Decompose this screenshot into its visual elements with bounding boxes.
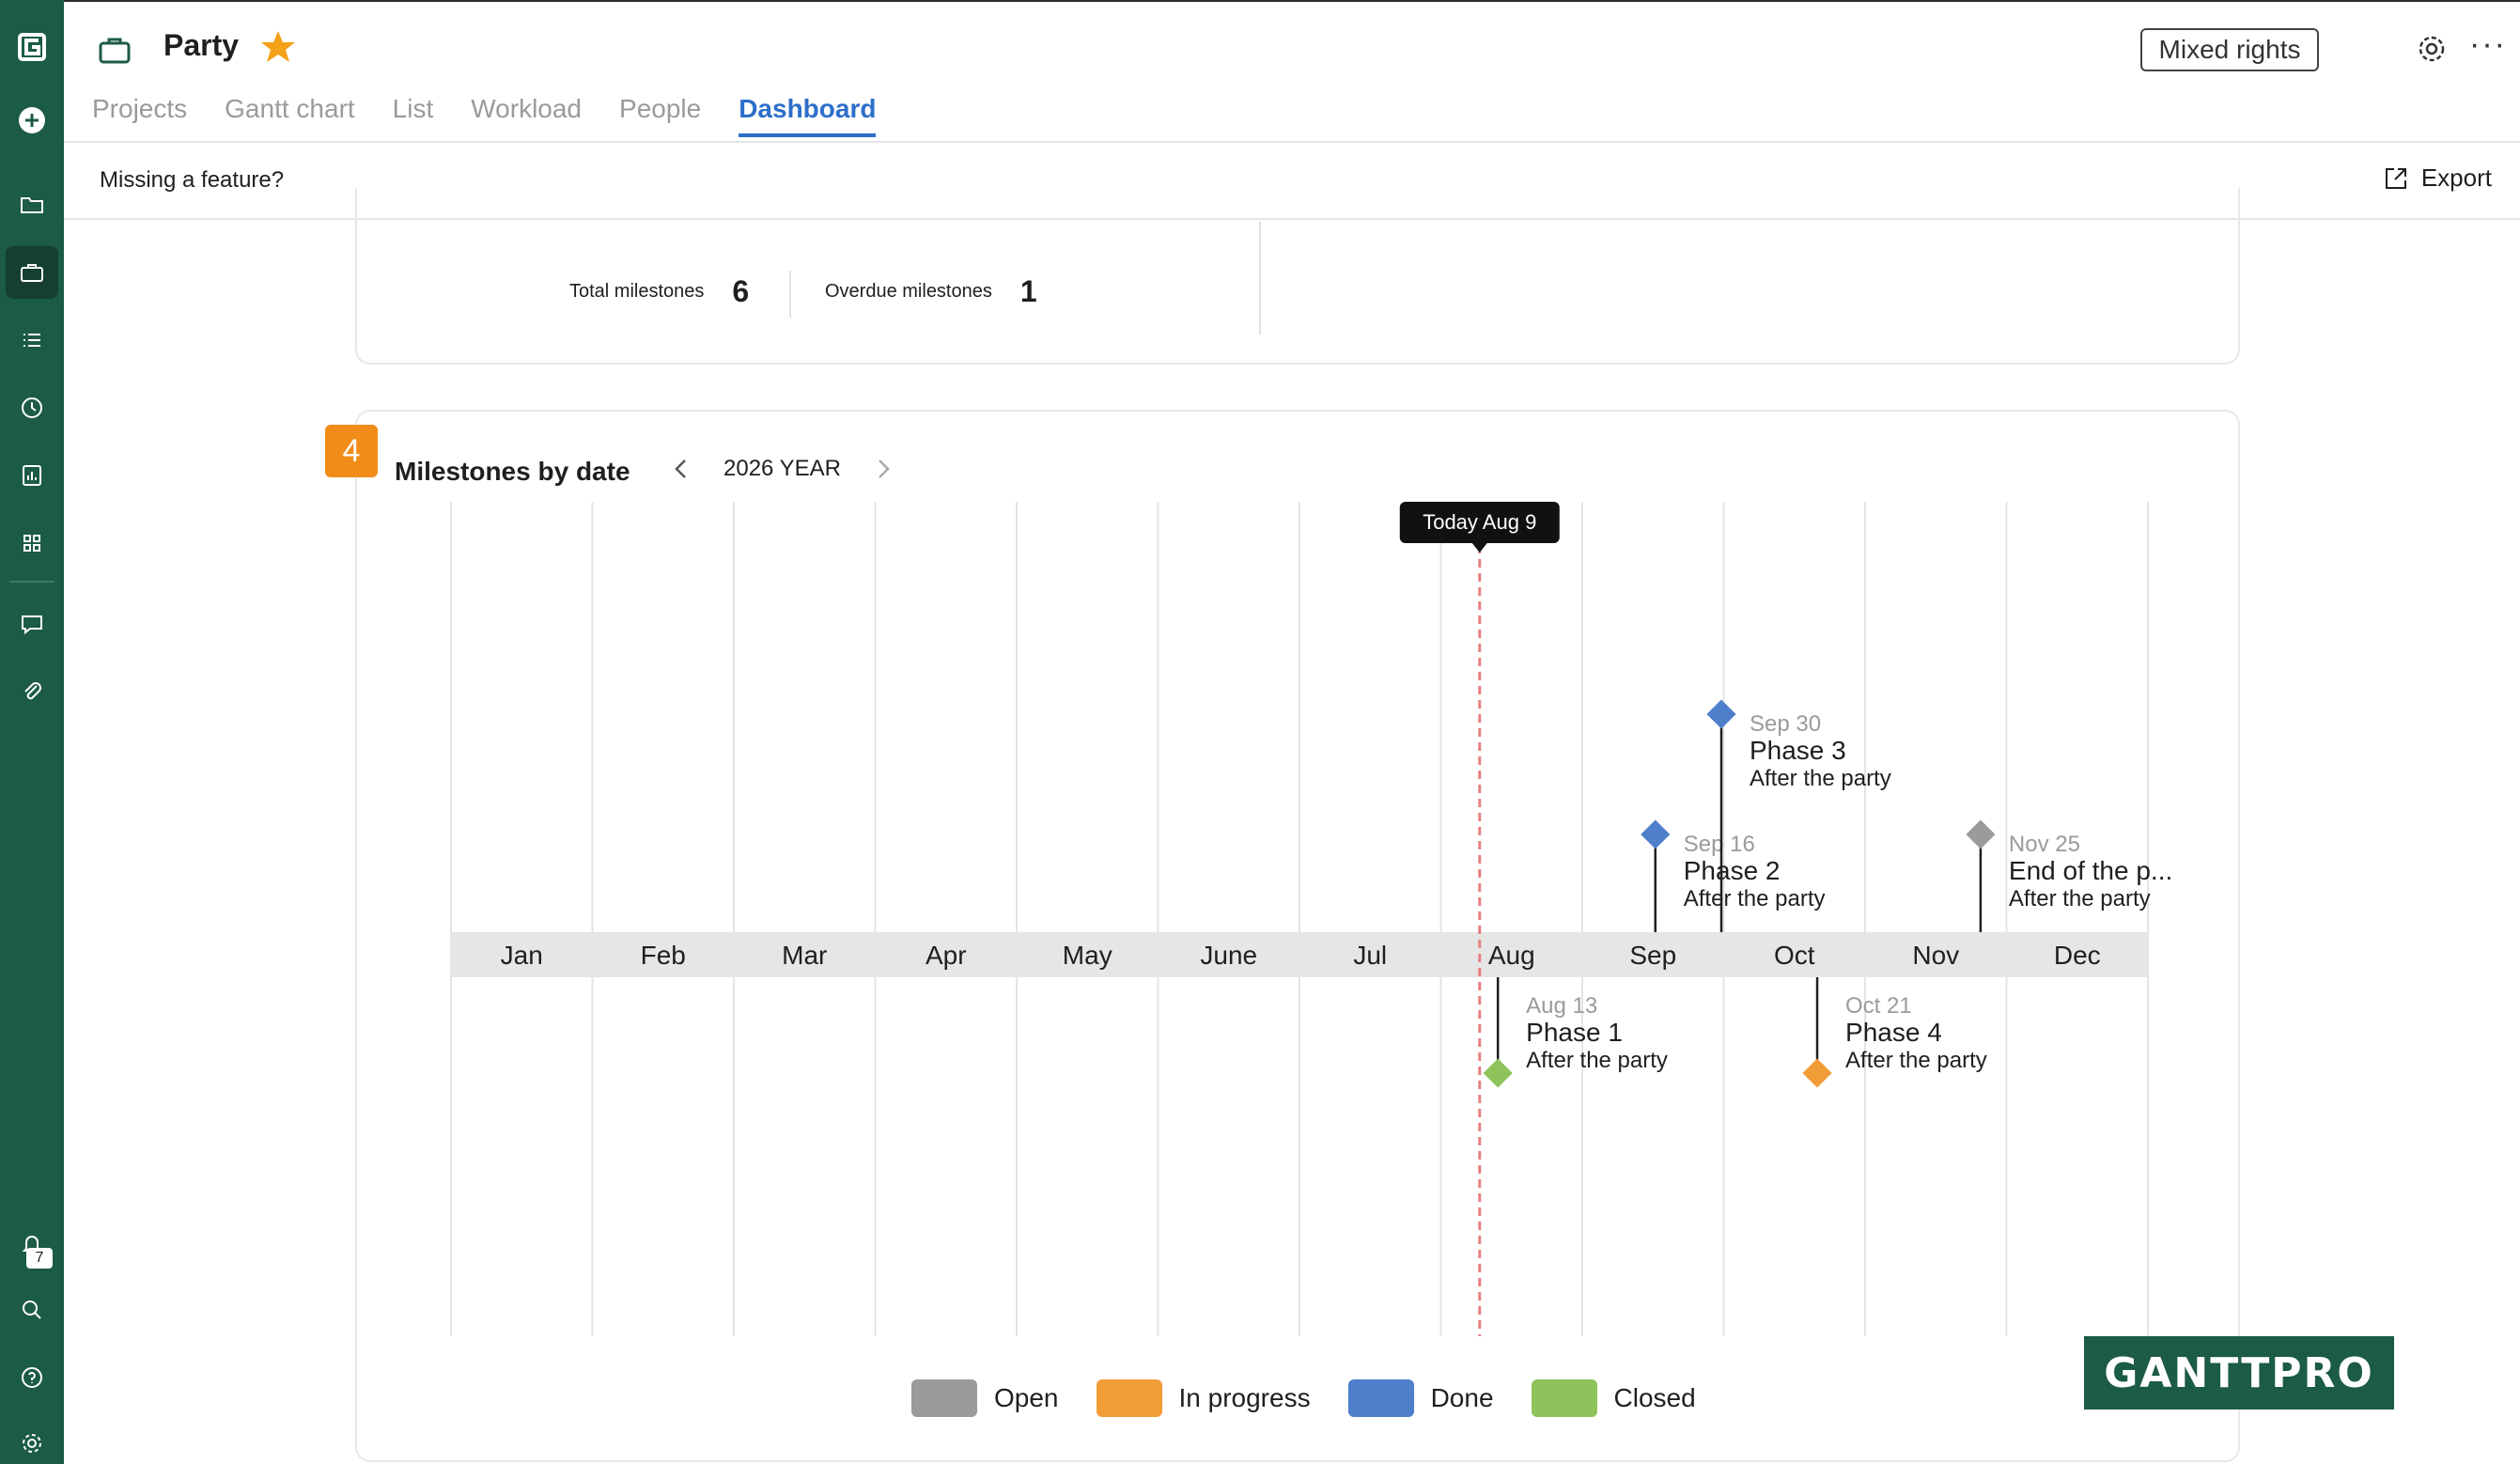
legend-label: Open [994, 1383, 1059, 1412]
milestone-date: Aug 13 [1526, 993, 1597, 1019]
month-label: Nov [1912, 941, 1959, 970]
month-label: Dec [2054, 941, 2101, 970]
legend-label: In progress [1178, 1383, 1311, 1412]
milestone-subtitle: After the party [2009, 886, 2151, 911]
month-label: Jul [1353, 941, 1387, 970]
milestone-diamond [1802, 1058, 1832, 1088]
legend-swatch [911, 1379, 977, 1417]
milestone-name: End of the p... [2009, 856, 2172, 885]
month-label: May [1063, 941, 1112, 970]
milestone-subtitle: After the party [1684, 886, 1826, 911]
month-label: Feb [641, 941, 686, 970]
milestone-subtitle: After the party [1845, 1048, 1987, 1073]
milestone-name: Phase 2 [1684, 856, 1781, 885]
month-label: Jan [501, 941, 543, 970]
legend-swatch [1347, 1379, 1414, 1417]
month-label: Apr [926, 941, 967, 970]
today-tooltip-pointer [1471, 543, 1487, 553]
legend-item: Closed [1531, 1379, 1696, 1417]
milestone-diamond [1483, 1058, 1513, 1088]
month-label: Mar [782, 941, 827, 970]
legend-swatch [1531, 1379, 1597, 1417]
chart-legend: Open In progress Done Closed [911, 1379, 1734, 1417]
milestone-subtitle: After the party [1750, 766, 1891, 791]
month-label: Sep [1629, 941, 1676, 970]
milestone-date: Oct 21 [1845, 993, 1912, 1019]
milestone-diamond [1966, 819, 1996, 849]
today-label: Today Aug 9 [1423, 510, 1536, 534]
milestone-diamond [1706, 699, 1736, 729]
milestone-name: Phase 1 [1526, 1018, 1623, 1047]
milestone-date: Nov 25 [2009, 832, 2080, 857]
legend-swatch [1096, 1379, 1162, 1417]
legend-item: Open [911, 1379, 1059, 1417]
legend-label: Done [1430, 1383, 1494, 1412]
ganttpro-logo: GANTTPRO [2084, 1336, 2394, 1409]
milestone-subtitle: After the party [1526, 1048, 1668, 1073]
month-label: Aug [1488, 941, 1535, 970]
milestone-diamond [1641, 819, 1671, 849]
month-label: Oct [1774, 941, 1815, 970]
legend-label: Closed [1613, 1383, 1696, 1412]
month-label: June [1200, 941, 1257, 970]
legend-item: Done [1347, 1379, 1494, 1417]
milestone-name: Phase 4 [1845, 1018, 1942, 1047]
milestone-date: Sep 30 [1750, 711, 1821, 737]
month-axis [451, 932, 2148, 977]
milestone-date: Sep 16 [1684, 832, 1755, 857]
milestones-timeline-chart: Jan Feb Mar Apr May June Jul Aug Sep Oct Nov Dec Tod… [450, 502, 2172, 1336]
legend-item: In progress [1096, 1379, 1311, 1417]
milestone-name: Phase 3 [1750, 736, 1846, 765]
